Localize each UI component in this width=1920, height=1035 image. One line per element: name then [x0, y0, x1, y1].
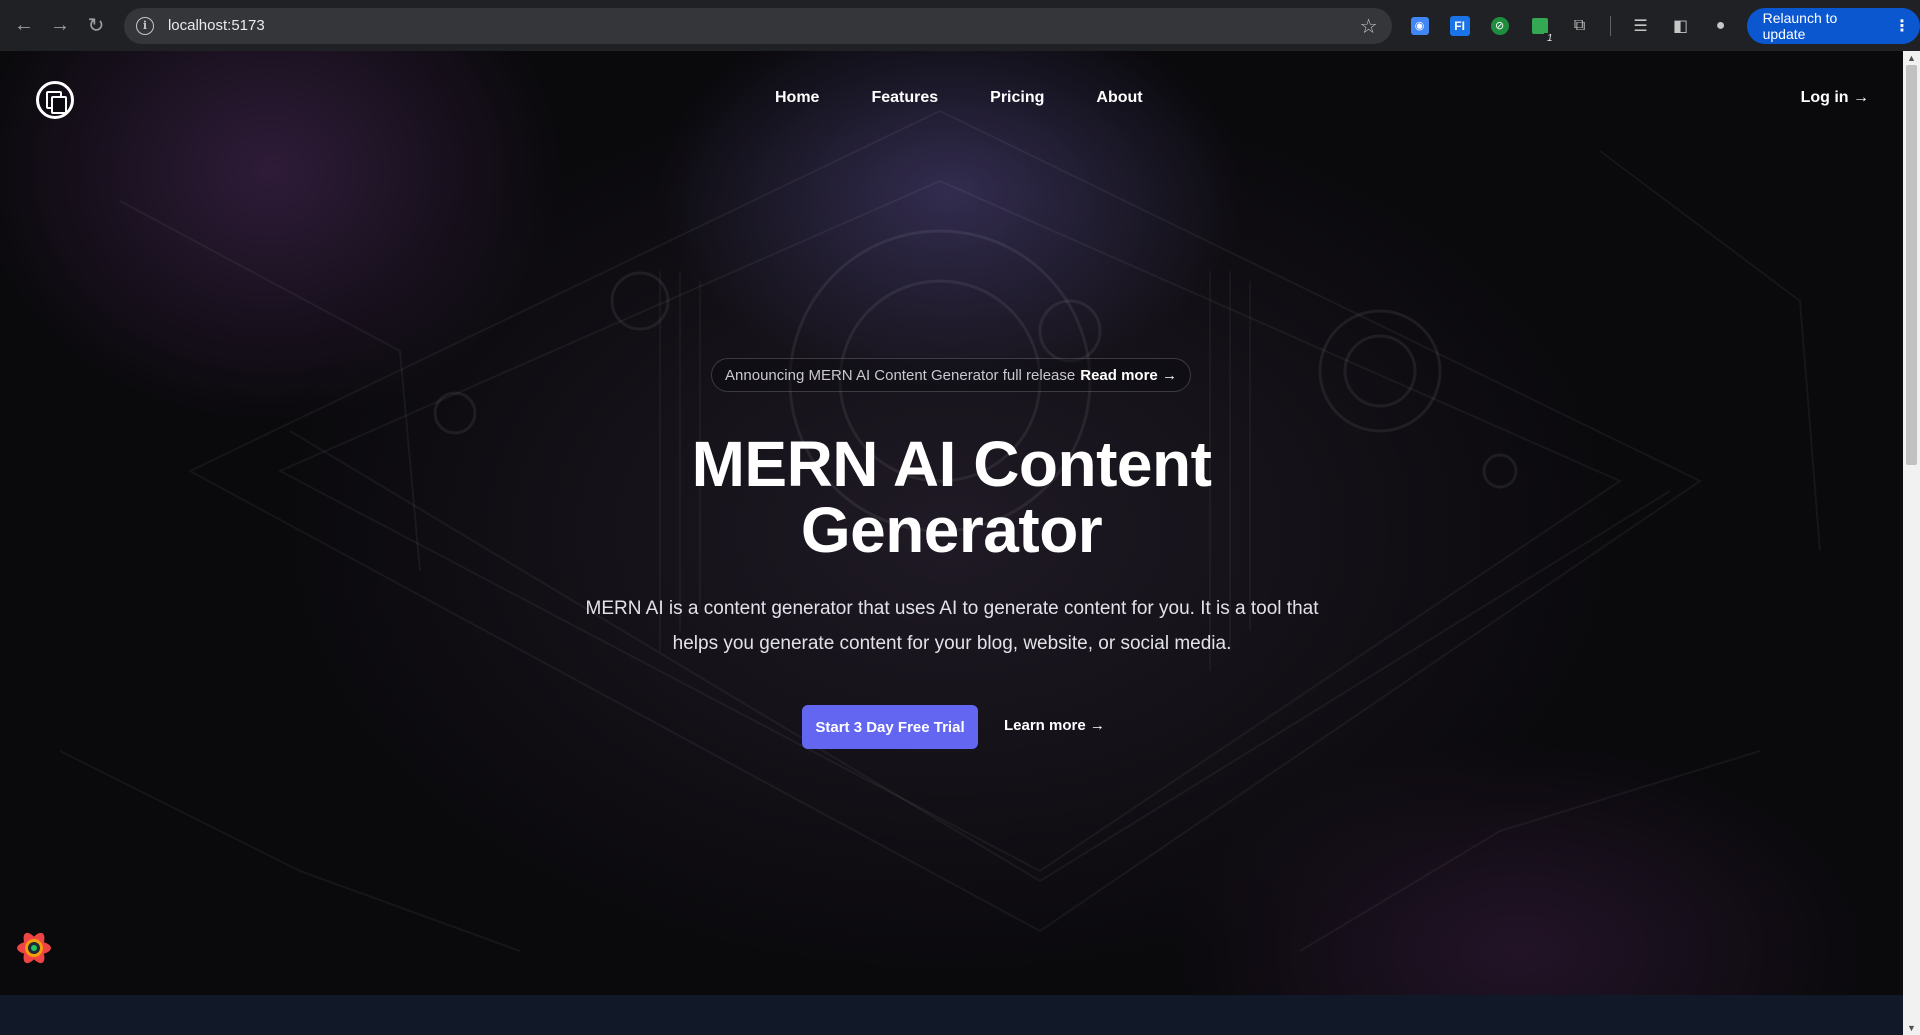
address-bar[interactable]: i localhost:5173 ☆: [123, 7, 1392, 44]
scroll-up-arrow-icon[interactable]: ▲: [1907, 53, 1916, 63]
site-info-icon[interactable]: i: [135, 16, 154, 35]
forward-arrow-icon[interactable]: →: [42, 8, 78, 44]
hero-title-line2: Generator: [800, 494, 1103, 566]
nav-about-link[interactable]: About: [1096, 89, 1142, 107]
side-panel-icon[interactable]: ◧: [1667, 12, 1695, 40]
footer-strip: [0, 995, 1903, 1035]
extension-green-icon[interactable]: 1: [1526, 12, 1556, 44]
extension-fi-icon[interactable]: FI: [1446, 12, 1474, 40]
site-header: Home Features Pricing About Log in →: [0, 51, 1903, 151]
scrollbar-thumb[interactable]: [1906, 65, 1917, 465]
extension-badge: 1: [1544, 32, 1556, 44]
nav-features-link[interactable]: Features: [871, 89, 938, 107]
back-arrow-icon[interactable]: ←: [6, 8, 42, 44]
announcement-text: Announcing MERN AI Content Generator ful…: [725, 366, 1076, 384]
reading-list-icon[interactable]: ☰: [1627, 12, 1655, 40]
extensions-row: ◉ FI ⊘ 1 ⧉ ☰ ◧ ●: [1406, 12, 1735, 44]
relaunch-label: Relaunch to update: [1762, 9, 1838, 42]
more-menu-icon[interactable]: ⋮: [1894, 16, 1910, 36]
url-text[interactable]: localhost:5173: [168, 17, 265, 34]
hero-title: MERN AI Content Generator: [0, 431, 1903, 563]
reload-icon[interactable]: ↻: [78, 8, 114, 44]
browser-toolbar: ← → ↻ i localhost:5173 ☆ ◉ FI ⊘ 1 ⧉ ☰ ◧ …: [0, 0, 1920, 51]
page-scrollbar[interactable]: ▲ ▼: [1903, 51, 1920, 1035]
react-query-devtools-icon[interactable]: [14, 928, 54, 968]
login-link[interactable]: Log in →: [1801, 89, 1869, 107]
main-nav: Home Features Pricing About: [775, 89, 1143, 107]
read-more-link[interactable]: Read more →: [1080, 367, 1177, 384]
landing-page: Home Features Pricing About Log in → Ann…: [0, 51, 1903, 995]
nav-pricing-link[interactable]: Pricing: [990, 89, 1044, 107]
learn-more-link[interactable]: Learn more →: [1004, 717, 1105, 734]
bookmark-star-icon[interactable]: ☆: [1360, 14, 1378, 39]
profile-avatar-icon[interactable]: ●: [1707, 12, 1735, 40]
hero-title-line1: MERN AI Content: [691, 428, 1212, 500]
extensions-puzzle-icon[interactable]: ⧉: [1566, 12, 1594, 40]
start-trial-button[interactable]: Start 3 Day Free Trial: [802, 705, 978, 749]
hero-description: MERN AI is a content generator that uses…: [585, 598, 1319, 654]
scroll-down-arrow-icon[interactable]: ▼: [1907, 1023, 1916, 1033]
nav-home-link[interactable]: Home: [775, 89, 819, 107]
extension-shield-icon[interactable]: ⊘: [1486, 12, 1514, 40]
announcement-pill: Announcing MERN AI Content Generator ful…: [711, 358, 1191, 392]
toolbar-divider: [1609, 15, 1611, 36]
relaunch-button[interactable]: Relaunch to update ⋮: [1746, 7, 1920, 44]
extension-blue-icon[interactable]: ◉: [1406, 12, 1434, 40]
logo-icon[interactable]: [36, 81, 74, 119]
